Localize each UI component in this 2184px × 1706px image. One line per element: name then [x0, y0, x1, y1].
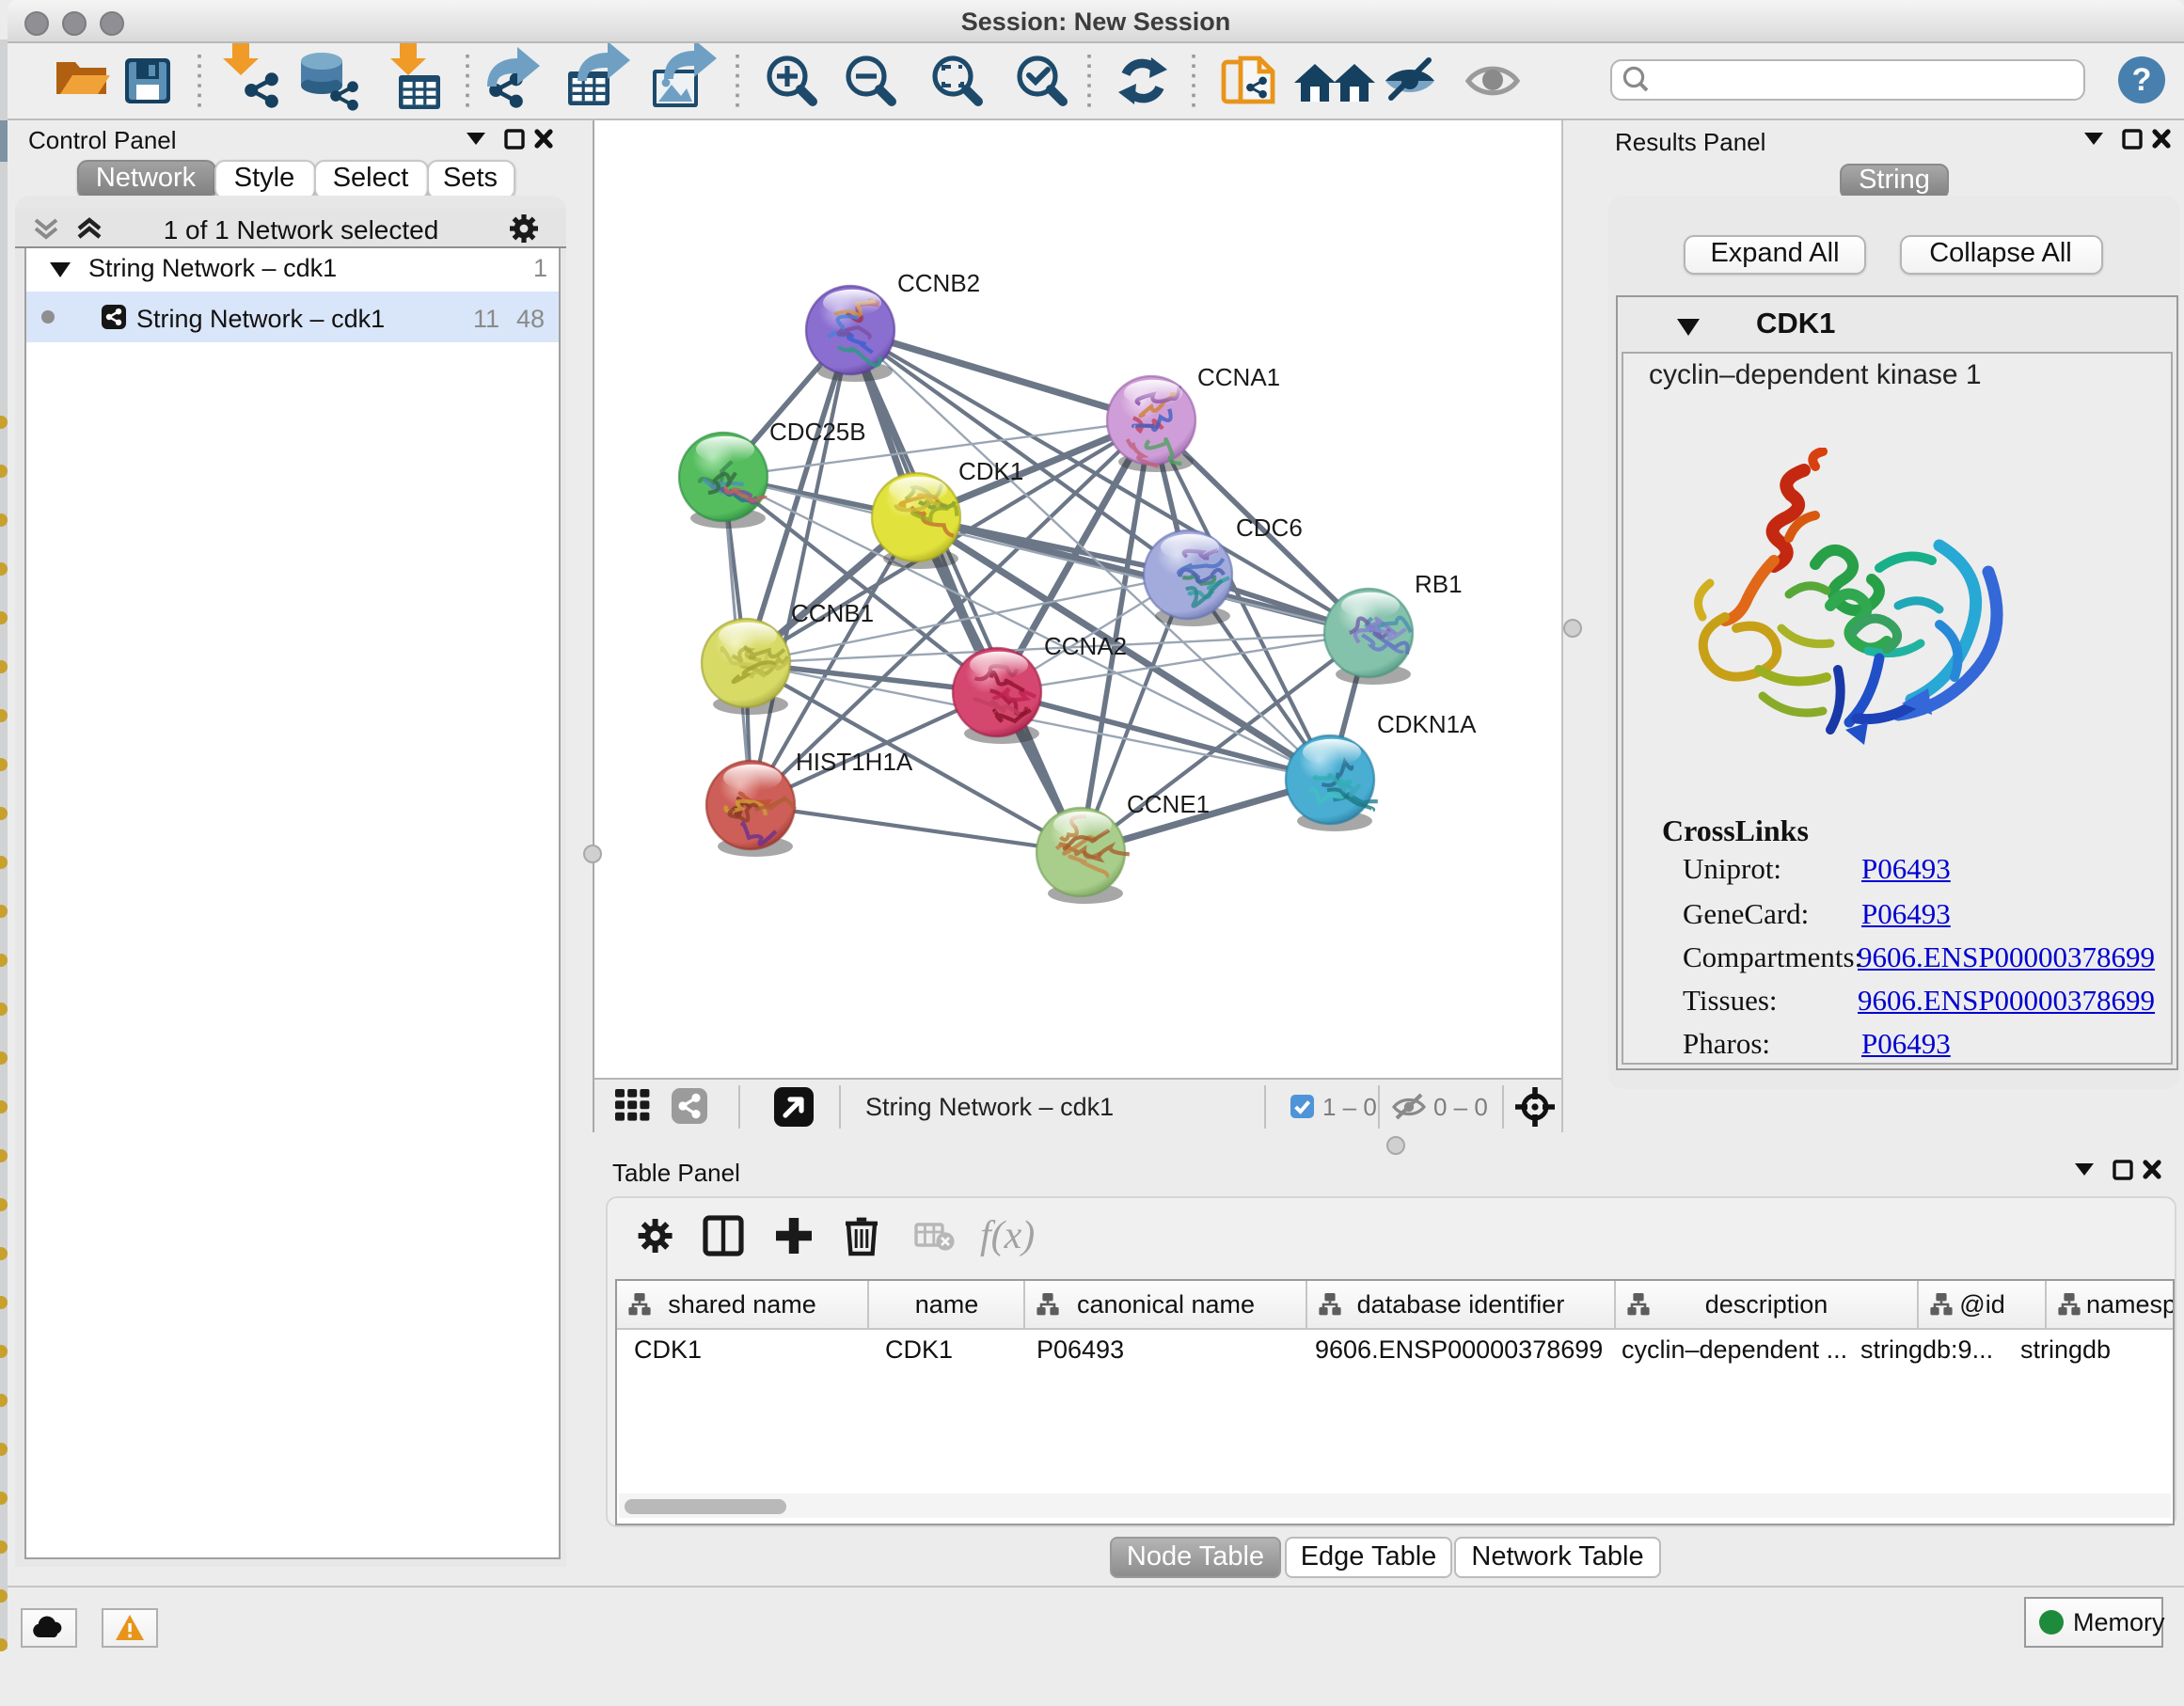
svg-text:CDC25B: CDC25B — [769, 418, 866, 446]
svg-text:String Network – cdk1: String Network – cdk1 — [865, 1093, 1114, 1121]
svg-text:CCNE1: CCNE1 — [1127, 790, 1210, 818]
svg-text:CDC6: CDC6 — [1236, 513, 1303, 542]
svg-text:CDKN1A: CDKN1A — [1377, 710, 1477, 738]
svg-text:0 – 0: 0 – 0 — [1433, 1093, 1488, 1121]
svg-text:CCNA1: CCNA1 — [1197, 363, 1280, 391]
svg-text:CDK1: CDK1 — [958, 457, 1023, 485]
svg-text:CCNA2: CCNA2 — [1044, 632, 1127, 660]
svg-text:RB1: RB1 — [1415, 570, 1463, 598]
svg-text:CCNB1: CCNB1 — [791, 599, 874, 627]
svg-text:?: ? — [2132, 61, 2152, 97]
svg-text:HIST1H1A: HIST1H1A — [796, 748, 913, 776]
svg-text:f(x): f(x) — [980, 1214, 1035, 1257]
svg-text:CCNB2: CCNB2 — [897, 269, 980, 297]
svg-text:1 – 0: 1 – 0 — [1322, 1093, 1377, 1121]
